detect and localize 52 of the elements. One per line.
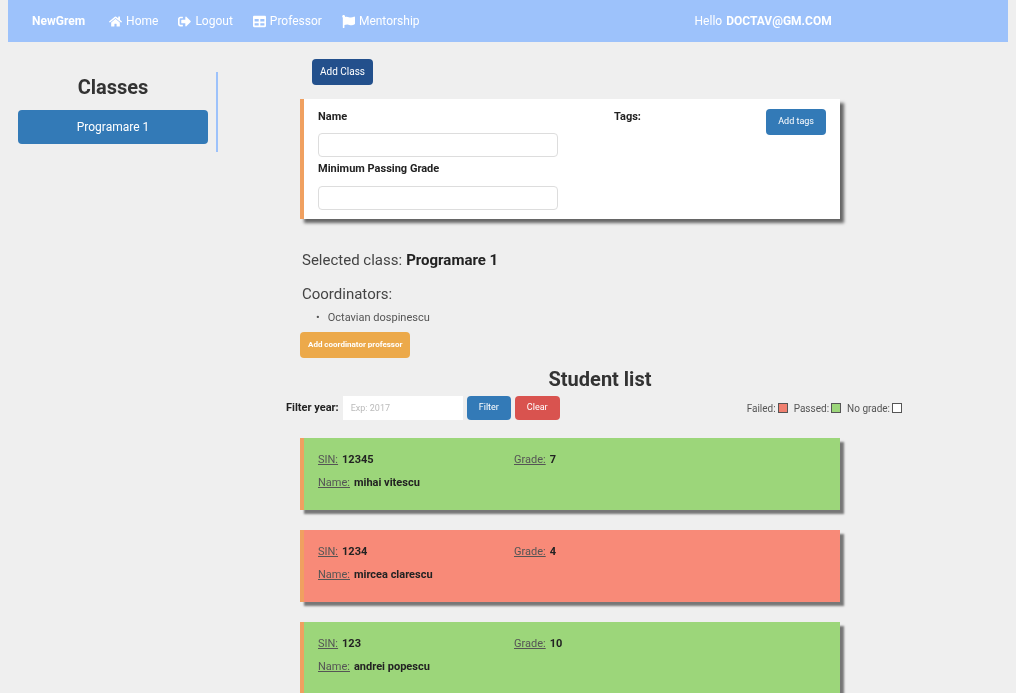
table-icon bbox=[252, 14, 266, 28]
grade-value: 4 bbox=[549, 544, 556, 560]
nav-link[interactable]: Logout bbox=[178, 12, 233, 30]
legend-label: Passed: bbox=[793, 401, 830, 416]
selected-class-label: Selected class: bbox=[302, 249, 403, 271]
logout-icon bbox=[178, 14, 192, 28]
add-tags-button[interactable]: Add tags bbox=[766, 108, 826, 135]
filter-year-input[interactable]: Exp: 2017 bbox=[342, 396, 463, 420]
sin-value: 123 bbox=[342, 636, 361, 652]
brand-link[interactable]: NewGrem bbox=[32, 12, 86, 30]
add-coordinator-button[interactable]: Add coordinator professor bbox=[300, 332, 411, 358]
coordinator-item: Octavian dospinescu bbox=[327, 309, 430, 326]
selected-class-value: Programare 1 bbox=[406, 249, 499, 271]
student-name: andrei popescu bbox=[354, 658, 430, 675]
legend-label: No grade: bbox=[847, 401, 890, 416]
name-label: Name: bbox=[318, 566, 350, 583]
add-class-button[interactable]: Add Class bbox=[312, 58, 373, 85]
coordinators-title: Coordinators: bbox=[301, 284, 394, 305]
tags-label: Tags: bbox=[614, 108, 641, 125]
nav-link[interactable]: Professor bbox=[252, 12, 322, 30]
grade-value: 7 bbox=[549, 452, 556, 468]
field-label: Name bbox=[318, 108, 349, 125]
legend-label: Failed: bbox=[746, 401, 776, 416]
sin-label: SIN: bbox=[318, 544, 339, 560]
field-label: Minimum Passing Grade bbox=[318, 161, 441, 177]
flag-icon bbox=[341, 14, 355, 28]
min-grade-input[interactable] bbox=[318, 185, 558, 210]
sin-value: 12345 bbox=[342, 452, 374, 468]
student-name: mihai vitescu bbox=[354, 474, 420, 491]
grade-label: Grade: bbox=[514, 544, 546, 560]
class-item[interactable]: Programare 1 bbox=[18, 110, 208, 144]
sin-label: SIN: bbox=[318, 452, 339, 468]
sin-label: SIN: bbox=[318, 636, 339, 652]
grade-label: Grade: bbox=[514, 636, 546, 652]
name-label: Name: bbox=[318, 474, 350, 491]
sidebar-title: Classes bbox=[77, 74, 149, 101]
student-list-title: Student list bbox=[547, 366, 653, 393]
name-label: Name: bbox=[318, 658, 350, 675]
student-name: mircea clarescu bbox=[354, 566, 433, 583]
grade-value: 10 bbox=[549, 636, 563, 652]
home-icon bbox=[109, 14, 123, 28]
nav-link[interactable]: Mentorship bbox=[341, 12, 420, 30]
greeting-text: Hello bbox=[694, 13, 723, 30]
filter-label: Filter year: bbox=[286, 399, 339, 416]
sin-value: 1234 bbox=[342, 544, 368, 560]
bullet-text: • bbox=[316, 309, 320, 326]
grade-label: Grade: bbox=[514, 452, 546, 468]
clear-button[interactable]: Clear bbox=[514, 396, 560, 420]
filter-button[interactable]: Filter bbox=[466, 396, 511, 420]
user-email[interactable]: DOCTAV@GM.COM bbox=[726, 12, 832, 30]
name-input[interactable] bbox=[318, 133, 558, 157]
nav-link[interactable]: Home bbox=[109, 12, 159, 30]
